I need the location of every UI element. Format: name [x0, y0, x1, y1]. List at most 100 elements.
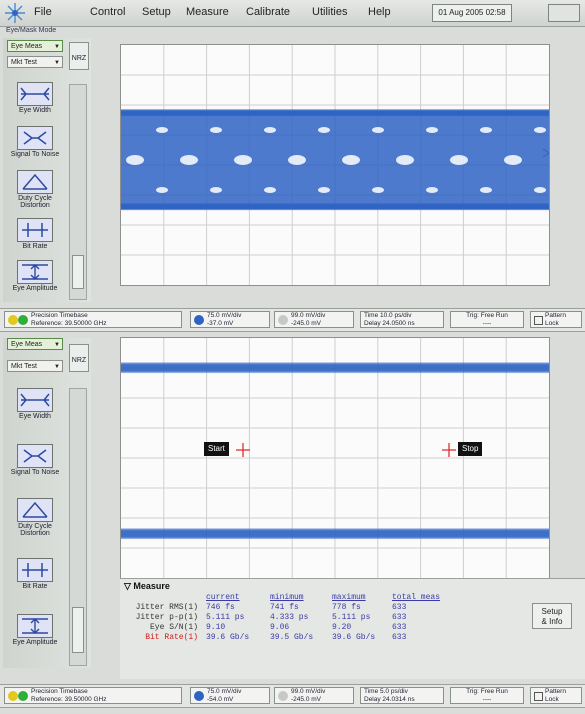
cell-current: 5.111 ps	[206, 613, 245, 622]
ch2-scale: 99.0 mV/div	[291, 312, 326, 319]
row-label: Bit Rate(1)	[145, 633, 198, 642]
eye-width-icon	[17, 82, 53, 106]
eye-opening	[234, 155, 252, 165]
channel2-icon	[278, 315, 288, 325]
button-label: Duty Cycle Distortion	[18, 523, 52, 537]
pattern-lock-box[interactable]: Pattern Lock	[530, 687, 582, 704]
timebase-box[interactable]: Precision Timebase Reference: 39.50000 G…	[4, 687, 182, 704]
time-scale: Time 10.0 ps/div	[364, 312, 412, 319]
timebase-box[interactable]: Precision Timebase Reference: 39.50000 G…	[4, 311, 182, 328]
eye-opening	[372, 187, 384, 193]
menu-control[interactable]: Control	[90, 6, 125, 18]
eye-opening	[156, 187, 168, 193]
channel2-box[interactable]: 99.0 mV/div -245.0 mV	[274, 311, 354, 328]
date-time-display: 01 Aug 2005 02:58	[432, 4, 512, 22]
agilent-logo-icon	[5, 3, 25, 23]
checkbox-icon	[534, 316, 543, 325]
trigger-box[interactable]: Trig: Free Run ----	[450, 311, 524, 328]
pattern-label: Pattern	[545, 688, 566, 695]
button-label: Eye Amplitude	[12, 639, 58, 646]
eye-opening	[180, 155, 198, 165]
ch2-offset: -245.0 mV	[291, 696, 321, 703]
measurement-toolbar-bottom: Eye Meas ▼ Mkt Test ▼ NRZ Eye Width Signal…	[3, 338, 91, 668]
setup-info-button[interactable]: Setup & Info	[532, 603, 572, 629]
cell-total: 633	[392, 623, 407, 632]
time-box[interactable]: Time 5.0 ps/div Delay 24.0314 ns	[360, 687, 444, 704]
dropdown-label: Mkt Test	[11, 363, 37, 370]
channel2-box[interactable]: 99.0 mV/div -245.0 mV	[274, 687, 354, 704]
menu-utilities[interactable]: Utilities	[312, 6, 347, 18]
eye-meas-dropdown[interactable]: Eye Meas ▼	[7, 40, 63, 52]
duty-cycle-icon	[17, 170, 53, 194]
start-marker[interactable]: Start	[204, 442, 229, 456]
ch2-offset: -245.0 mV	[291, 320, 321, 327]
signal-to-noise-button[interactable]: Signal To Noise	[7, 126, 63, 158]
signal-to-noise-button[interactable]: Signal To Noise	[7, 444, 63, 476]
dropdown-label: Mkt Test	[11, 59, 37, 66]
button-label: Bit Rate	[22, 583, 48, 590]
mkt-test-dropdown[interactable]: Mkt Test ▼	[7, 56, 63, 68]
eye-width-button[interactable]: Eye Width	[7, 82, 63, 114]
scroll-thumb[interactable]	[72, 607, 84, 653]
cell-minimum: 39.5 Gb/s	[270, 633, 314, 642]
duty-cycle-distortion-button[interactable]: Duty Cycle Distortion	[7, 170, 63, 209]
timebase-reference: Reference: 39.50000 GHz	[31, 696, 107, 703]
bit-rate-button[interactable]: Bit Rate	[7, 558, 63, 590]
stop-marker[interactable]: Stop	[458, 442, 483, 456]
bit-rate-button[interactable]: Bit Rate	[7, 218, 63, 250]
time-box[interactable]: Time 10.0 ps/div Delay 24.0500 ns	[360, 311, 444, 328]
menu-setup[interactable]: Setup	[142, 6, 171, 18]
eye-amplitude-icon	[17, 614, 53, 638]
eye-opening	[372, 127, 384, 133]
minimize-button[interactable]	[548, 4, 580, 22]
toolbar-scrollbar[interactable]	[69, 388, 87, 666]
stop-crosshair-icon	[442, 443, 456, 457]
nrz-toggle[interactable]: NRZ	[69, 344, 89, 372]
status-bar-bottom: Precision Timebase Reference: 39.50000 G…	[0, 684, 585, 708]
menu-file[interactable]: File	[34, 6, 52, 18]
scroll-thumb[interactable]	[72, 255, 84, 289]
toolbar-scrollbar[interactable]	[69, 84, 87, 300]
cell-total: 633	[392, 603, 407, 612]
cell-maximum: 39.6 Gb/s	[332, 633, 376, 642]
menu-measure[interactable]: Measure	[186, 6, 229, 18]
cell-minimum: 4.333 ps	[270, 613, 309, 622]
eye-opening	[318, 127, 330, 133]
eye-amplitude-button[interactable]: Eye Amplitude	[7, 614, 63, 646]
row-label: Jitter p-p(1)	[135, 613, 198, 622]
checkbox-icon	[534, 692, 543, 701]
eye-width-button[interactable]: Eye Width	[7, 388, 63, 420]
channel1-box[interactable]: 75.0 mV/div -54.0 mV	[190, 687, 270, 704]
chevron-down-icon: ▼	[54, 342, 60, 348]
nrz-toggle[interactable]: NRZ	[69, 42, 89, 70]
eye-opening	[450, 155, 468, 165]
channel1-box[interactable]: 75.0 mV/div -37.0 mV	[190, 311, 270, 328]
eye-opening	[210, 187, 222, 193]
measure-tab-label: Measure	[133, 581, 170, 591]
eye-opening	[534, 187, 546, 193]
eye-opening	[504, 155, 522, 165]
pattern-lock-box[interactable]: Pattern Lock	[530, 311, 582, 328]
status-bar-top: Precision Timebase Reference: 39.50000 G…	[0, 308, 585, 332]
chevron-down-icon: ▼	[54, 60, 60, 66]
eye-amplitude-button[interactable]: Eye Amplitude	[7, 260, 63, 292]
button-label: Eye Amplitude	[12, 285, 58, 292]
header-minimum: minimum	[270, 593, 304, 602]
trigger-box[interactable]: Trig: Free Run ----	[450, 687, 524, 704]
header-maximum: maximum	[332, 593, 366, 602]
duty-cycle-distortion-button[interactable]: Duty Cycle Distortion	[7, 498, 63, 537]
channel1-icon	[194, 691, 204, 701]
mkt-test-dropdown[interactable]: Mkt Test ▼	[7, 360, 63, 372]
menu-calibrate[interactable]: Calibrate	[246, 6, 290, 18]
channel-green-icon	[18, 315, 28, 325]
button-label: Eye Width	[19, 107, 51, 114]
eye-meas-dropdown[interactable]: Eye Meas ▼	[7, 338, 63, 350]
eye-opening	[318, 187, 330, 193]
menu-help[interactable]: Help	[368, 6, 391, 18]
measure-tab[interactable]: ▽ Measure	[124, 581, 170, 592]
timebase-reference: Reference: 39.50000 GHz	[31, 320, 107, 327]
eye-opening	[126, 155, 144, 165]
cell-minimum: 741 fs	[270, 603, 299, 612]
ch2-scale: 99.0 mV/div	[291, 688, 326, 695]
cell-maximum: 778 fs	[332, 603, 361, 612]
